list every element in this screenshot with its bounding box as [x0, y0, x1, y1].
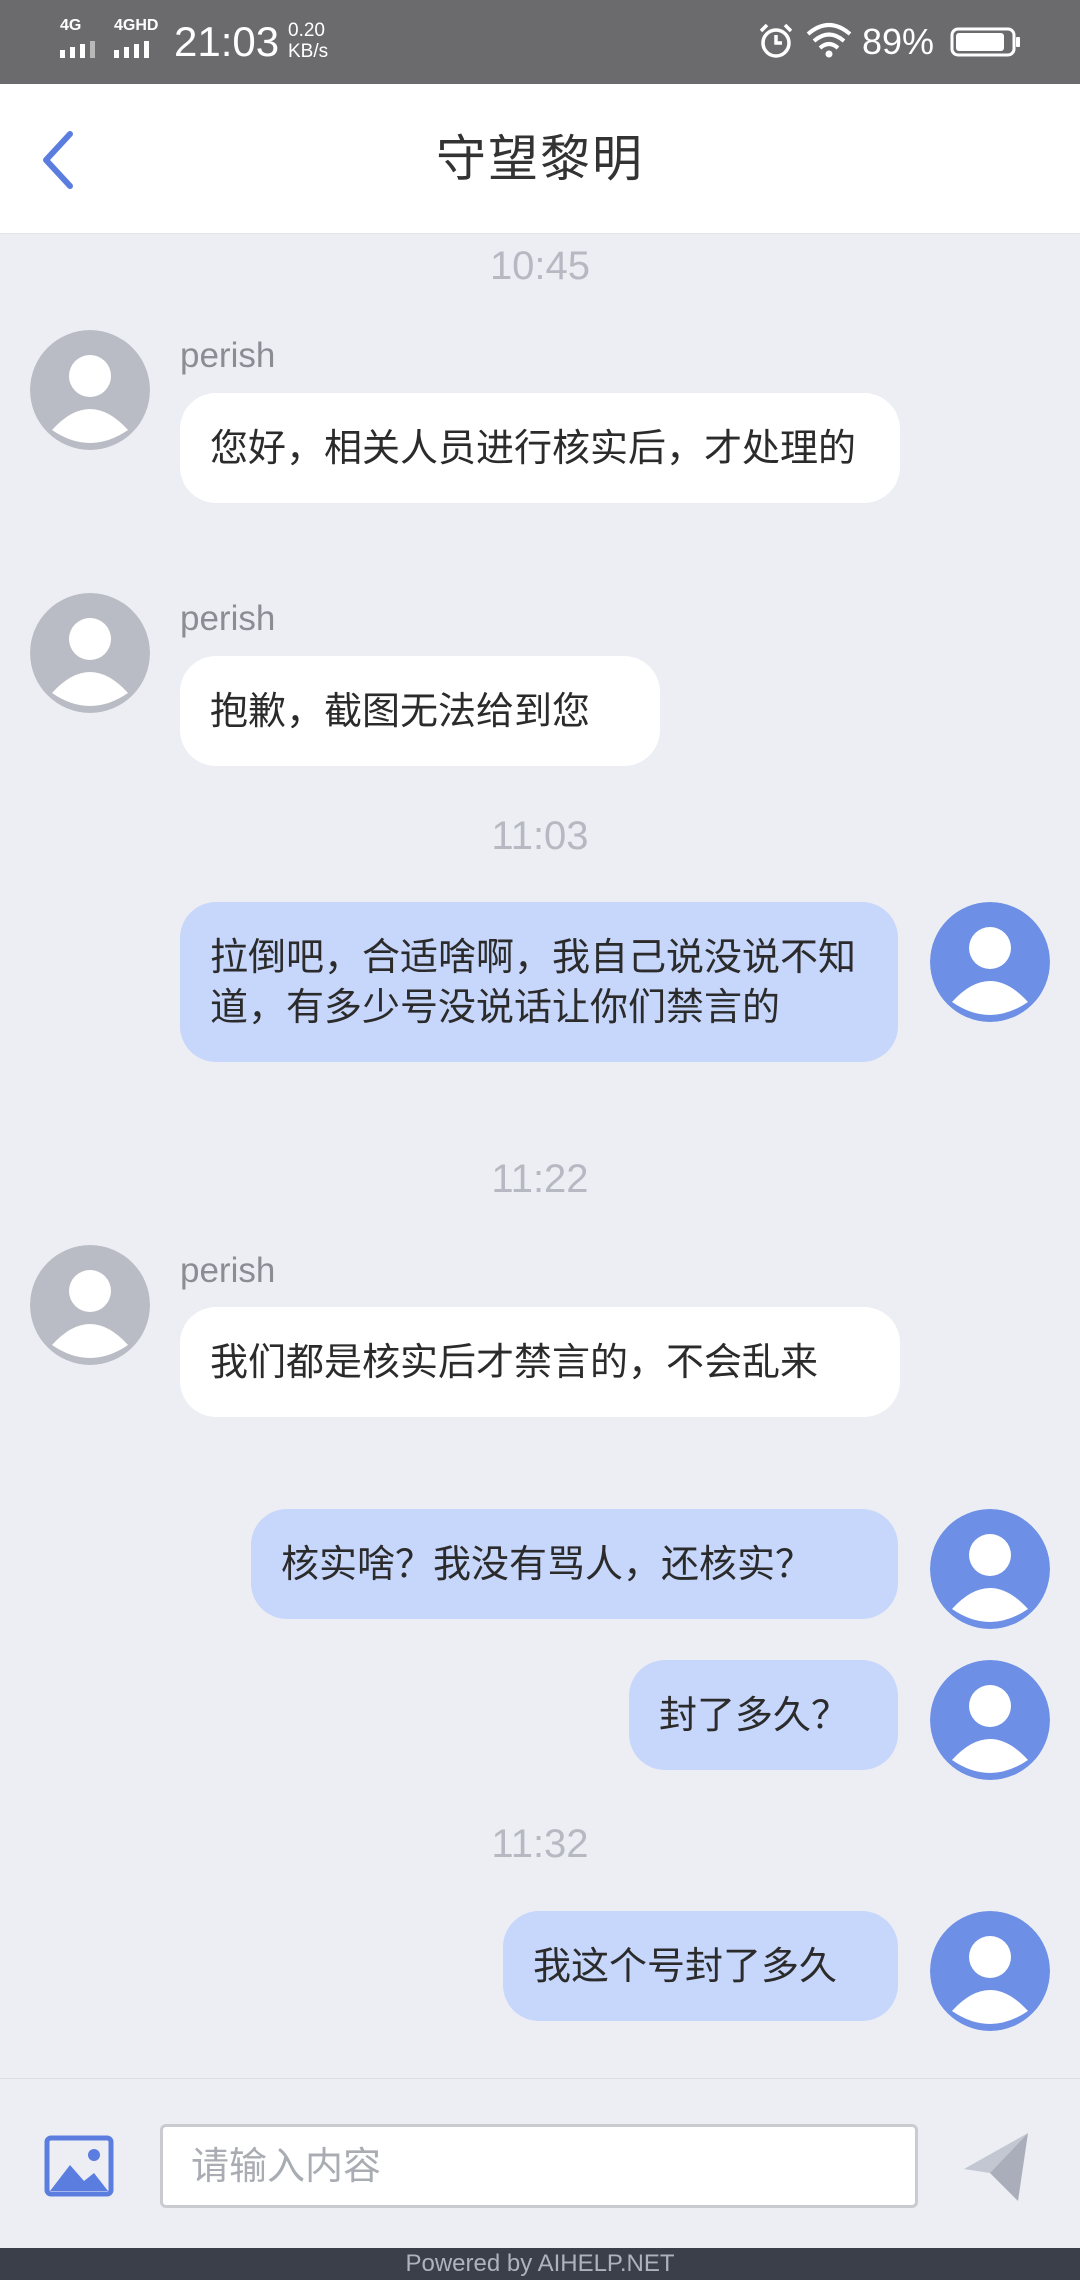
agent-avatar [30, 1245, 150, 1365]
sender-name: perish [180, 336, 276, 375]
network-speed: 0.20 KB/s [288, 20, 328, 62]
message-bubble-out: 我这个号封了多久 [503, 1911, 898, 2021]
clock: 21:03 [174, 18, 280, 65]
time-separator: 11:22 [491, 1157, 589, 1201]
network-type-2: 4GHD [114, 17, 159, 34]
page-title: 守望黎明 [436, 130, 644, 188]
message-bubble-out: 拉倒吧，合适啥啊，我自己说没说不知道，有多少号没说话让你们禁言的 [180, 902, 898, 1062]
agent-avatar [30, 330, 150, 450]
send-icon[interactable] [960, 2129, 1032, 2205]
image-icon[interactable] [44, 2135, 114, 2197]
message-bubble-out: 核实啥？我没有骂人，还核实？ [251, 1509, 898, 1619]
message-bubble-in: 我们都是核实后才禁言的，不会乱来 [180, 1307, 900, 1417]
message-bubble-in: 抱歉，截图无法给到您 [180, 656, 660, 766]
time-separator: 10:45 [489, 244, 591, 288]
message-composer [0, 2078, 1080, 2248]
time-separator: 11:32 [491, 1822, 589, 1866]
message-input[interactable] [160, 2124, 918, 2208]
message-bubble-in: 您好，相关人员进行核实后，才处理的 [180, 393, 900, 503]
user-avatar-icon [930, 902, 1050, 1022]
alarm-icon [759, 23, 793, 58]
my-avatar [930, 902, 1050, 1022]
user-avatar-icon [30, 593, 150, 713]
status-bar: 4G 4GHD 21:03 0.20 KB/s 89% [0, 0, 1080, 84]
my-avatar [930, 1509, 1050, 1629]
user-avatar-icon [930, 1911, 1050, 2031]
signal-bars-icon [114, 41, 149, 58]
speed-unit: KB/s [288, 41, 329, 62]
signal-bars-icon [60, 41, 95, 58]
agent-avatar [30, 593, 150, 713]
wifi-icon [806, 23, 852, 58]
signal-1: 4G [60, 18, 106, 58]
sender-name: perish [180, 599, 276, 638]
my-avatar [930, 1911, 1050, 2031]
message-bubble-out: 封了多久？ [629, 1660, 898, 1770]
user-avatar-icon [30, 330, 150, 450]
signal-2: 4GHD [114, 18, 166, 58]
sender-name: perish [180, 1251, 276, 1290]
chat-header: 守望黎明 [0, 84, 1080, 234]
speed-value: 0.20 [288, 20, 325, 41]
my-avatar [930, 1660, 1050, 1780]
battery-percent: 89% [862, 21, 935, 62]
time-separator: 11:03 [491, 814, 589, 858]
battery-icon [950, 27, 1020, 57]
user-avatar-icon [30, 1245, 150, 1365]
user-avatar-icon [930, 1509, 1050, 1629]
user-avatar-icon [930, 1660, 1050, 1780]
powered-by-footer: Powered by AIHELP.NET [0, 2248, 1080, 2280]
network-type-1: 4G [60, 17, 82, 34]
